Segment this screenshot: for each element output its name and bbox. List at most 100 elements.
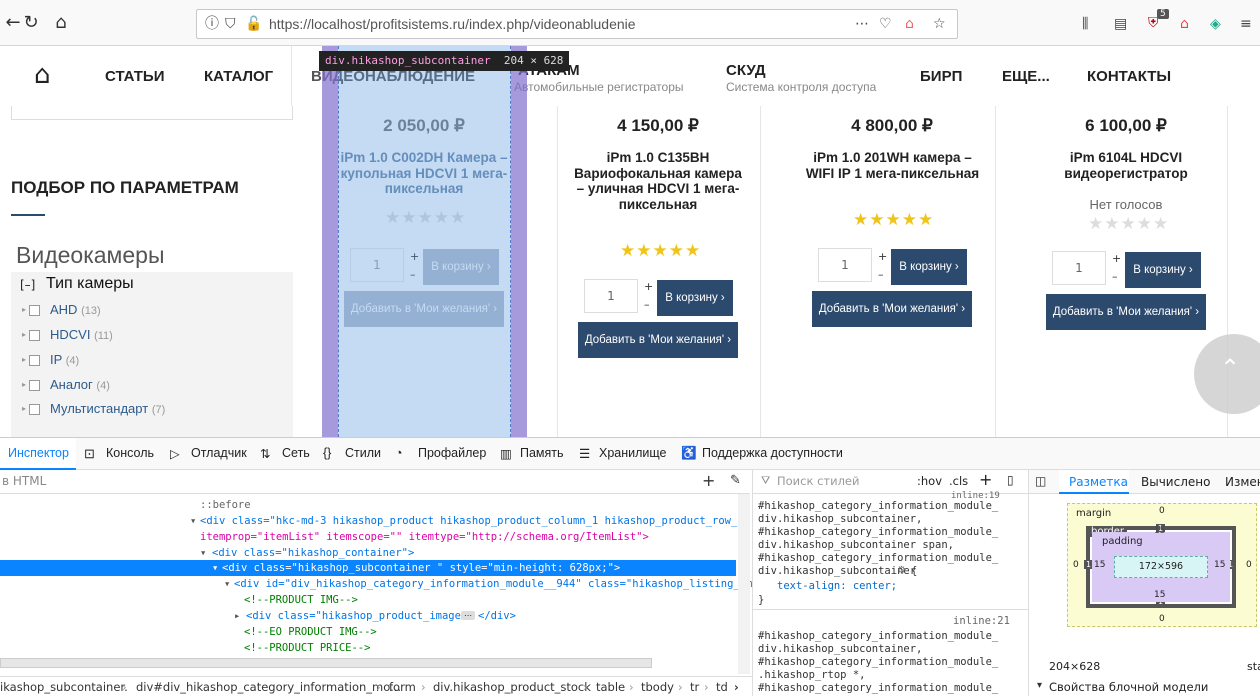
qty-plus[interactable]: + <box>1112 252 1121 265</box>
tree-line[interactable]: <div class="hikashop_product_image"> <box>246 608 474 624</box>
tab-memory[interactable]: Память <box>520 446 564 460</box>
tree-line[interactable]: </div> <box>478 608 516 624</box>
quantity-input[interactable]: 1 <box>1052 251 1106 285</box>
product-name[interactable]: iPm 1.0 C135BH Вариофокальная камера – у… <box>572 150 744 212</box>
box-model-content[interactable]: 172×596 <box>1114 556 1208 578</box>
filter-item[interactable]: HDCVI (11) <box>50 327 113 342</box>
margin-top[interactable]: 0 <box>1159 506 1165 516</box>
console-icon[interactable]: ⊡ <box>84 446 95 462</box>
add-node-icon[interactable]: + <box>702 471 715 490</box>
tree-comment[interactable]: <!--EO PRODUCT IMG--> <box>244 624 377 640</box>
qty-plus[interactable]: + <box>644 280 653 293</box>
menu-icon[interactable]: ≡ <box>1240 15 1252 33</box>
memory-icon[interactable]: ▥ <box>500 446 512 461</box>
filter-item[interactable]: IP (4) <box>50 352 79 367</box>
rating-stars[interactable]: ★★★★★ <box>1088 214 1169 234</box>
pocket-icon[interactable]: ♡ <box>879 15 892 33</box>
wish-label[interactable]: Добавить в 'Мои желания' <box>819 303 958 315</box>
quantity-input[interactable]: 1 <box>584 279 638 313</box>
home-nav-icon[interactable]: ⌂ <box>34 60 51 90</box>
toggle-pane-icon[interactable]: ◫ <box>1035 474 1046 488</box>
ellipsis-badge[interactable]: ⋯ <box>461 611 475 620</box>
tab-changes[interactable]: Измен <box>1225 475 1260 489</box>
tree-toggle[interactable]: ▾ <box>200 545 206 561</box>
shield-icon[interactable]: ⛉ <box>225 15 236 33</box>
profiler-icon[interactable]: ◔ <box>395 446 403 460</box>
hov-toggle[interactable]: :hov <box>917 474 942 488</box>
sidebar-icon[interactable]: ▤ <box>1114 15 1127 33</box>
url-text[interactable]: https://localhost/profitsistems.ru/index… <box>269 16 636 32</box>
margin-left[interactable]: 0 <box>1073 560 1079 570</box>
expand-arrow-icon[interactable]: ▸ <box>22 330 26 339</box>
library-icon[interactable]: ⫼ <box>1082 15 1088 33</box>
expand-arrow-icon[interactable]: ▸ <box>22 404 26 413</box>
add-to-cart-button[interactable]: В корзину › <box>891 249 967 285</box>
crumb[interactable]: form <box>389 677 416 696</box>
tree-line[interactable]: ::before <box>200 497 251 513</box>
padding-left[interactable]: 15 <box>1094 560 1105 570</box>
horizontal-scrollbar[interactable] <box>0 658 652 668</box>
rule-source[interactable]: inline:21 <box>953 615 1010 628</box>
qty-minus[interactable]: – <box>410 268 416 281</box>
wish-label[interactable]: Добавить в 'Мои желания' <box>351 303 490 315</box>
home-icon[interactable]: ⌂ <box>50 12 72 34</box>
crumb[interactable]: td <box>716 677 728 696</box>
bookmark-star-icon[interactable]: ☆ <box>933 15 946 33</box>
tab-console[interactable]: Консоль <box>106 446 154 460</box>
chevron-down-icon[interactable]: ▾ <box>1037 680 1042 691</box>
tree-comment[interactable]: <!--PRODUCT IMG--> <box>244 592 358 608</box>
qty-minus[interactable]: – <box>878 268 884 281</box>
tab-styles[interactable]: Стили <box>345 446 381 460</box>
tree-toggle[interactable]: ▾ <box>224 576 230 592</box>
css-selector[interactable]: #hikashop_category_information_module_ d… <box>758 630 998 695</box>
product-name[interactable]: iPm 1.0 C002DH Камера – купольная HDCVI … <box>338 150 510 197</box>
tree-toggle[interactable]: ▾ <box>190 513 196 529</box>
tree-line[interactable]: <div class="hikashop_container"> <box>212 545 414 561</box>
add-to-cart-button[interactable]: В корзину › <box>1125 252 1201 288</box>
css-selector[interactable]: #hikashop_category_information_module_ d… <box>758 500 998 578</box>
tree-toggle[interactable]: ▸ <box>234 608 240 624</box>
padding-bottom[interactable]: 15 <box>1154 590 1165 600</box>
rating-stars[interactable]: ★★★★★ <box>620 241 701 261</box>
network-icon[interactable]: ⇅ <box>260 446 270 461</box>
reader-dots-icon[interactable]: ⋯ <box>855 15 869 33</box>
quantity-input[interactable]: 1 <box>350 248 404 282</box>
add-to-cart-button[interactable]: В корзину › <box>657 280 733 316</box>
expand-arrow-icon[interactable]: ▸ <box>22 305 26 314</box>
html-search-input[interactable]: в HTML <box>2 474 46 488</box>
qty-plus[interactable]: + <box>410 250 419 263</box>
box-model-properties[interactable]: Свойства блочной модели <box>1049 680 1208 694</box>
crumb[interactable]: div.hikashop_product_stock <box>433 677 591 696</box>
nav-articles[interactable]: СТАТЬИ <box>105 68 165 85</box>
chevron-right-icon[interactable]: › <box>734 677 739 696</box>
nav-skud[interactable]: СКУД <box>726 62 766 79</box>
debugger-icon[interactable]: ▷ <box>170 446 180 461</box>
info-icon[interactable]: ⓘ <box>205 15 219 33</box>
nav-birp[interactable]: БИРП <box>920 68 962 85</box>
wishlist-button[interactable]: Добавить в 'Мои желания' › <box>1046 294 1206 330</box>
filter-checkbox[interactable] <box>29 355 40 366</box>
wish-label[interactable]: Добавить в 'Мои желания' <box>585 334 724 346</box>
tab-layout-label[interactable]: Разметка <box>1069 475 1128 489</box>
filter-checkbox[interactable] <box>29 330 40 341</box>
storage-icon[interactable]: ☰ <box>579 446 590 461</box>
quantity-input[interactable]: 1 <box>818 248 872 282</box>
nav-contacts[interactable]: КОНТАКТЫ <box>1087 68 1171 85</box>
filter-item[interactable]: Аналог (4) <box>50 377 110 392</box>
wish-label[interactable]: Добавить в 'Мои желания' <box>1053 306 1192 318</box>
vertical-scrollbar[interactable] <box>738 494 750 674</box>
expand-arrow-icon[interactable]: ▸ <box>22 380 26 389</box>
tab-profiler[interactable]: Профайлер <box>418 446 486 460</box>
add-rule-icon[interactable]: + <box>979 470 992 489</box>
reload-icon[interactable]: ↻ <box>20 12 42 34</box>
gear-icon[interactable]: ⚙ <box>897 565 906 576</box>
nav-catalog[interactable]: КАТАЛОГ <box>204 68 273 85</box>
product-name[interactable]: iPm 6104L HDCVI видеорегистратор <box>1040 150 1212 181</box>
accessibility-icon[interactable]: ♿ <box>681 446 697 461</box>
addon-icon[interactable]: ◈ <box>1210 15 1221 33</box>
filter-checkbox[interactable] <box>29 404 40 415</box>
product-name[interactable]: iPm 1.0 201WH камера – WIFI IP 1 мега-пи… <box>800 150 985 181</box>
filter-checkbox[interactable] <box>29 305 40 316</box>
wishlist-button[interactable]: Добавить в 'Мои желания' › <box>578 322 738 358</box>
tab-computed[interactable]: Вычислено <box>1141 475 1210 489</box>
